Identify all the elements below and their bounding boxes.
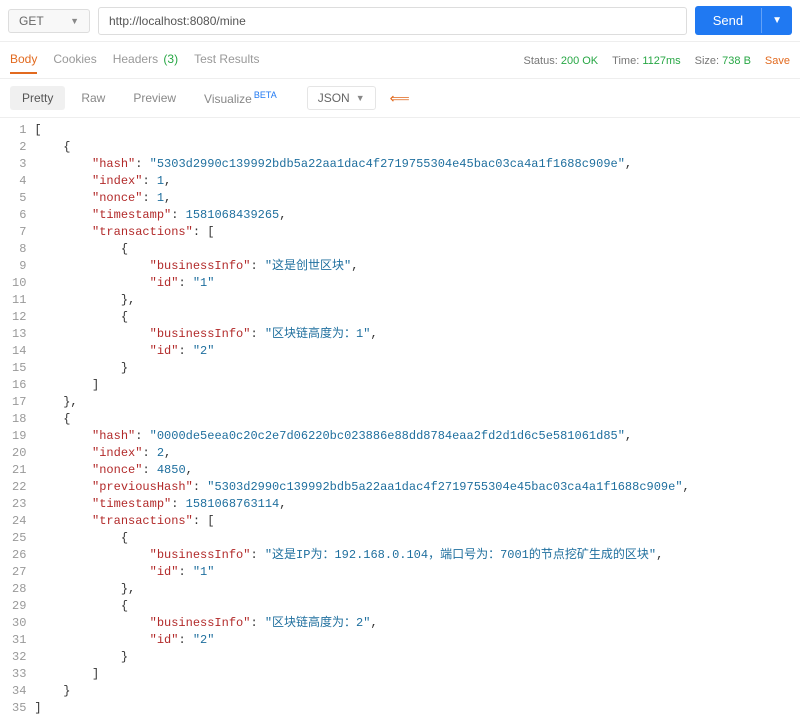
status-bar: Status: 200 OK Time: 1127ms Size: 738 B … [524, 55, 790, 67]
line-gutter: 1234567891011121314151617181920212223242… [0, 122, 34, 717]
status-block: Status: 200 OK [524, 55, 599, 67]
beta-badge: BETA [254, 90, 277, 100]
body-toolbar: Pretty Raw Preview VisualizeBETA JSON ▼ … [0, 78, 800, 118]
size-block: Size: 738 B [695, 55, 751, 67]
tab-cookies[interactable]: Cookies [53, 48, 96, 74]
response-header-row: Body Cookies Headers (3) Test Results St… [0, 42, 800, 78]
time-block: Time: 1127ms [612, 55, 680, 67]
request-bar: GET ▼ Send ▼ [0, 0, 800, 42]
chevron-down-icon: ▼ [356, 93, 365, 103]
method-dropdown[interactable]: GET ▼ [8, 9, 90, 33]
headers-count: (3) [163, 52, 178, 66]
chevron-down-icon: ▼ [70, 16, 79, 26]
tab-headers[interactable]: Headers (3) [113, 48, 178, 74]
view-visualize[interactable]: VisualizeBETA [192, 85, 289, 111]
save-response-button[interactable]: Save [765, 55, 790, 67]
format-dropdown[interactable]: JSON ▼ [307, 86, 376, 110]
tab-test-results[interactable]: Test Results [194, 48, 259, 74]
json-code[interactable]: [ { "hash": "5303d2990c139992bdb5a22aa1d… [34, 122, 689, 717]
view-pretty[interactable]: Pretty [10, 86, 65, 110]
response-body: 1234567891011121314151617181920212223242… [0, 118, 800, 727]
url-input[interactable] [98, 7, 687, 35]
wrap-lines-icon[interactable]: ⟸ [390, 90, 410, 107]
send-button-group: Send ▼ [695, 6, 792, 35]
size-value: 738 B [722, 55, 751, 67]
format-label: JSON [318, 91, 350, 105]
response-tabs: Body Cookies Headers (3) Test Results [10, 48, 259, 74]
tab-body[interactable]: Body [10, 48, 37, 74]
method-label: GET [19, 14, 44, 28]
send-dropdown-caret[interactable]: ▼ [761, 8, 792, 33]
tab-headers-label: Headers [113, 52, 158, 66]
view-raw[interactable]: Raw [69, 86, 117, 110]
status-value: 200 OK [561, 55, 598, 67]
send-button[interactable]: Send [695, 6, 761, 35]
time-value: 1127ms [642, 55, 680, 67]
view-preview[interactable]: Preview [121, 86, 188, 110]
